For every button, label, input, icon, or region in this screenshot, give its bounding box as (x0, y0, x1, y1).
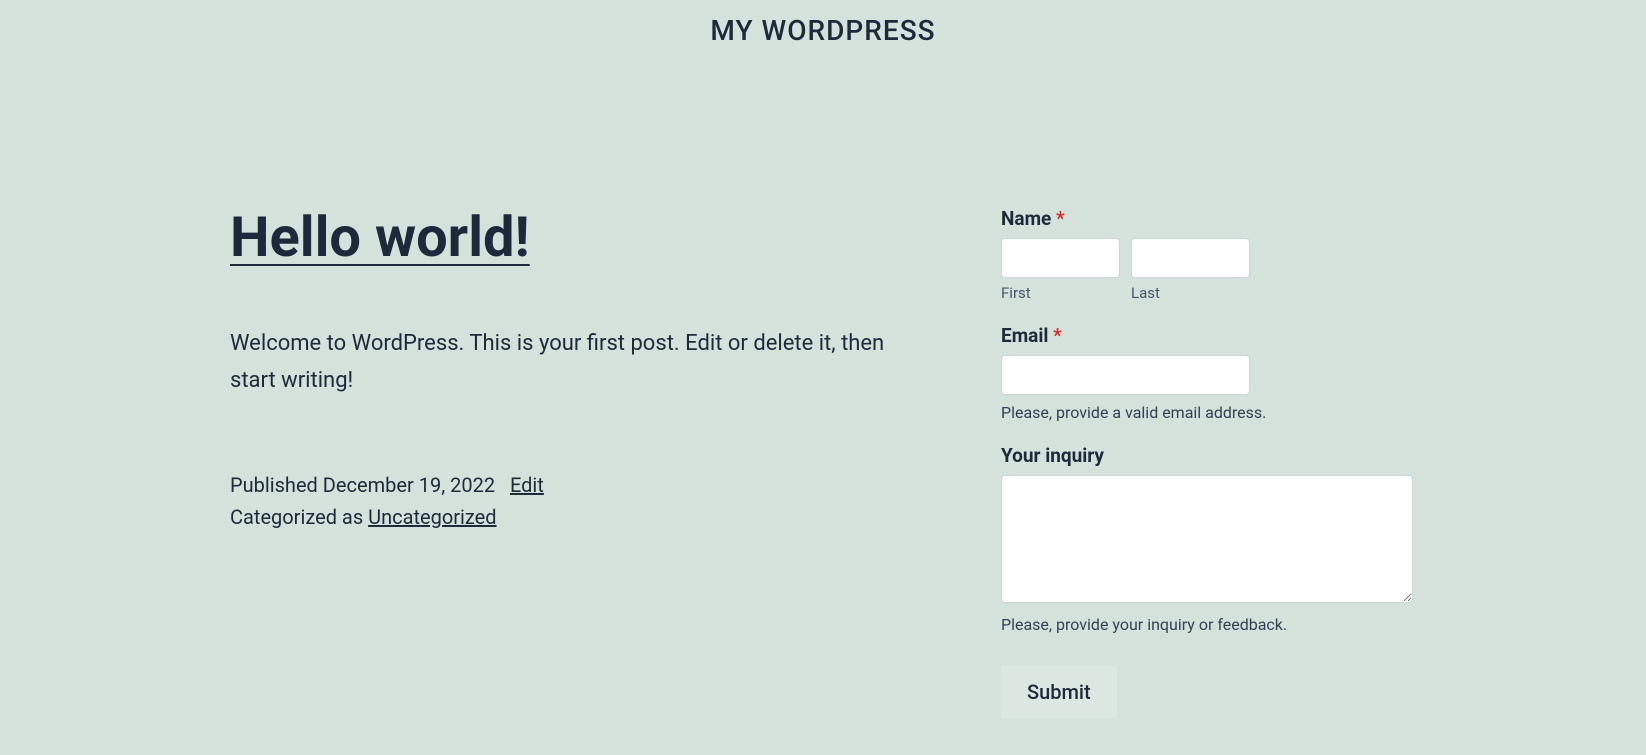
sidebar-form: Name * First Last Email * Please, provid… (1001, 207, 1416, 718)
email-input[interactable] (1001, 355, 1250, 395)
name-group: Name * First Last (1001, 207, 1416, 302)
site-title[interactable]: MY WORDPRESS (0, 14, 1646, 47)
published-date: December 19, 2022 (323, 473, 495, 497)
published-label: Published (230, 473, 323, 497)
inquiry-textarea[interactable] (1001, 475, 1413, 603)
post-main: Hello world! Welcome to WordPress. This … (230, 207, 930, 718)
name-required-star: * (1056, 207, 1065, 230)
category-link[interactable]: Uncategorized (368, 505, 496, 529)
main-container: Hello world! Welcome to WordPress. This … (0, 207, 1646, 718)
last-name-sublabel: Last (1131, 284, 1250, 302)
name-label: Name * (1001, 207, 1416, 230)
post-published-line: Published December 19, 2022 Edit (230, 469, 930, 501)
inquiry-help-text: Please, provide your inquiry or feedback… (1001, 615, 1416, 634)
first-name-input[interactable] (1001, 238, 1120, 278)
first-name-sublabel: First (1001, 284, 1120, 302)
post-content: Welcome to WordPress. This is your first… (230, 325, 930, 400)
name-row: First Last (1001, 238, 1416, 302)
post-title-link[interactable]: Hello world! (230, 207, 930, 269)
post-meta: Published December 19, 2022 Edit Categor… (230, 469, 930, 533)
first-name-col: First (1001, 238, 1120, 302)
last-name-col: Last (1131, 238, 1250, 302)
inquiry-label: Your inquiry (1001, 444, 1416, 467)
edit-link[interactable]: Edit (510, 473, 544, 497)
email-label-text: Email (1001, 324, 1053, 347)
site-header: MY WORDPRESS (0, 0, 1646, 87)
email-group: Email * Please, provide a valid email ad… (1001, 324, 1416, 422)
email-help-text: Please, provide a valid email address. (1001, 403, 1416, 422)
email-required-star: * (1053, 324, 1062, 347)
categorized-label: Categorized as (230, 505, 368, 529)
name-label-text: Name (1001, 207, 1056, 230)
last-name-input[interactable] (1131, 238, 1250, 278)
email-label: Email * (1001, 324, 1416, 347)
post-category-line: Categorized as Uncategorized (230, 501, 930, 533)
inquiry-group: Your inquiry Please, provide your inquir… (1001, 444, 1416, 634)
submit-button[interactable]: Submit (1001, 666, 1117, 718)
